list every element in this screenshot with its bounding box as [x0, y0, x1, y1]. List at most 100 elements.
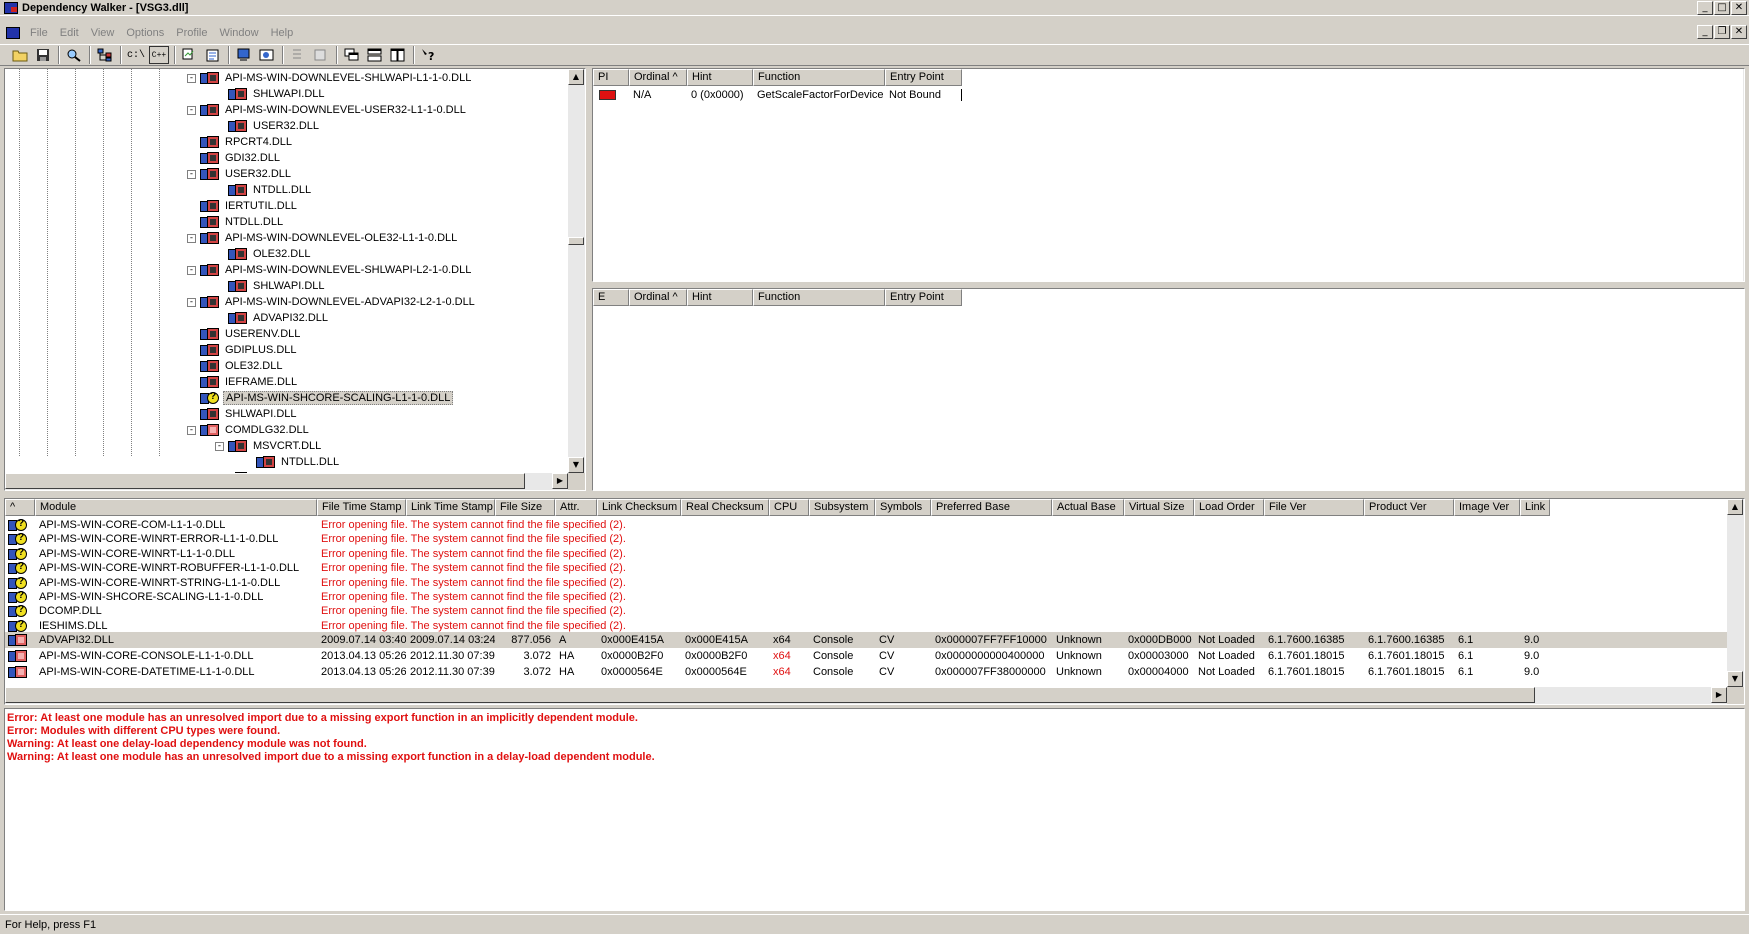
collapse-toggle-icon[interactable]: -	[215, 441, 224, 451]
copy-icon[interactable]	[180, 46, 200, 64]
tree-node[interactable]: IERTUTIL.DLL	[187, 198, 299, 214]
scroll-down-icon[interactable]: ▼	[568, 457, 584, 473]
tree-node[interactable]: - COMDLG32.DLL	[187, 422, 311, 438]
scroll-up-icon[interactable]: ▲	[1727, 499, 1743, 515]
module-row[interactable]: API-MS-WIN-CORE-DATETIME-L1-1-0.DLL 2013.…	[5, 664, 1727, 680]
tree-vertical-scrollbar[interactable]: ▲ ▼	[568, 69, 585, 473]
tree-node[interactable]: - API-MS-WIN-DOWNLEVEL-SHLWAPI-L2-1-0.DLL	[187, 262, 473, 278]
col-virtual-size[interactable]: Virtual Size	[1124, 499, 1194, 516]
help-icon[interactable]: ?	[419, 46, 439, 64]
menu-options[interactable]: Options	[120, 27, 170, 39]
tree-node[interactable]: SHLWAPI.DLL	[187, 406, 299, 422]
col-actual-base[interactable]: Actual Base	[1052, 499, 1124, 516]
col-symbols[interactable]: Symbols	[875, 499, 931, 516]
properties-icon[interactable]	[203, 46, 223, 64]
scroll-thumb[interactable]	[5, 473, 525, 489]
tree-node[interactable]: NTDLL.DLL	[215, 182, 313, 198]
col-link[interactable]: Link	[1520, 499, 1550, 516]
col-hint[interactable]: Hint	[687, 289, 753, 306]
module-row[interactable]: API-MS-WIN-CORE-CONSOLE-L1-1-0.DLL 2013.0…	[5, 648, 1727, 664]
collapse-toggle-icon[interactable]: -	[187, 169, 196, 179]
scroll-thumb[interactable]	[568, 237, 584, 245]
tree-node[interactable]: OLE32.DLL	[215, 246, 312, 262]
tree-node[interactable]: ADVAPI32.DLL	[215, 310, 330, 326]
col-function[interactable]: Function	[753, 289, 885, 306]
col-hint[interactable]: Hint	[687, 69, 753, 86]
tree-node[interactable]: - USER32.DLL	[187, 166, 293, 182]
module-row[interactable]: ADVAPI32.DLL 2009.07.14 03:40 2009.07.14 0…	[5, 632, 1727, 649]
mdi-close-button[interactable]: ✕	[1731, 25, 1747, 39]
tree-node[interactable]: SHLWAPI.DLL	[215, 86, 327, 102]
tree-node[interactable]: GDIPLUS.DLL	[187, 342, 299, 358]
tree-node[interactable]: USERENV.DLL	[187, 326, 302, 342]
exports-pane[interactable]: E Ordinal ^ Hint Function Entry Point	[592, 288, 1745, 491]
tree-node[interactable]: SHLWAPI.DLL	[215, 278, 327, 294]
tree-node[interactable]: - API-MS-WIN-DOWNLEVEL-USER32-L1-1-0.DLL	[187, 102, 468, 118]
col-cpu[interactable]: CPU	[769, 499, 809, 516]
col-entry-point[interactable]: Entry Point	[885, 289, 962, 306]
col-module[interactable]: Module	[35, 499, 317, 516]
col-load-order[interactable]: Load Order	[1194, 499, 1264, 516]
col-function[interactable]: Function	[753, 69, 885, 86]
tree-node[interactable]: USER32.DLL	[215, 118, 321, 134]
collapse-toggle-icon[interactable]: -	[187, 297, 196, 307]
col-subsystem[interactable]: Subsystem	[809, 499, 875, 516]
tree-node[interactable]: - MSVCRT.DLL	[215, 438, 323, 454]
log-pane[interactable]: Error: At least one module has an unreso…	[4, 708, 1745, 911]
tree-node[interactable]: - API-MS-WIN-DOWNLEVEL-ADVAPI32-L2-1-0.DL…	[187, 294, 477, 310]
maximize-button[interactable]: □	[1714, 0, 1730, 15]
collapse-toggle-icon[interactable]: -	[187, 233, 196, 243]
app-icon[interactable]	[4, 1, 18, 14]
imports-vertical-scrollbar[interactable]	[1727, 69, 1744, 281]
col-image-ver[interactable]: Image Ver	[1454, 499, 1520, 516]
collapse-toggle-icon[interactable]: -	[187, 425, 196, 435]
col-preferred-base[interactable]: Preferred Base	[931, 499, 1052, 516]
collapse-toggle-icon[interactable]: -	[187, 73, 196, 83]
tile-horizontal-icon[interactable]	[365, 46, 385, 64]
menu-profile[interactable]: Profile	[170, 27, 213, 39]
scroll-down-icon[interactable]: ▼	[1727, 671, 1743, 687]
collapse-toggle-icon[interactable]: -	[187, 105, 196, 115]
import-row[interactable]: N/A 0 (0x0000) GetScaleFactorForDevice N…	[593, 87, 962, 103]
cascade-icon[interactable]	[342, 46, 362, 64]
document-icon[interactable]	[6, 27, 20, 39]
tile-vertical-icon[interactable]	[388, 46, 408, 64]
highlight-icon[interactable]	[257, 46, 277, 64]
col-file-size[interactable]: File Size	[495, 499, 555, 516]
tree-node[interactable]: GDI32.DLL	[187, 150, 282, 166]
menu-file[interactable]: File	[24, 27, 54, 39]
close-button[interactable]: ✕	[1731, 0, 1747, 15]
menu-window[interactable]: Window	[213, 27, 264, 39]
minimize-button[interactable]: _	[1697, 0, 1713, 15]
cpp-icon[interactable]: C++	[149, 46, 169, 64]
col-file-ver[interactable]: File Ver	[1264, 499, 1364, 516]
collapse-toggle-icon[interactable]: -	[187, 265, 196, 275]
open-icon[interactable]	[10, 46, 30, 64]
dependency-tree-pane[interactable]: - API-MS-WIN-DOWNLEVEL-SHLWAPI-L1-1-0.DLL…	[4, 68, 586, 491]
mdi-restore-button[interactable]: ❐	[1714, 25, 1730, 39]
tree-node[interactable]: NTDLL.DLL	[187, 214, 285, 230]
match-icon[interactable]	[288, 46, 308, 64]
tree-node[interactable]: API-MS-WIN-SHCORE-SCALING-L1-1-0.DLL	[187, 390, 454, 406]
scroll-thumb[interactable]	[5, 687, 1535, 703]
module-horizontal-scrollbar[interactable]: ▶	[5, 687, 1744, 704]
col-product-ver[interactable]: Product Ver	[1364, 499, 1454, 516]
col-link-time-stamp[interactable]: Link Time Stamp	[406, 499, 495, 516]
col-attr[interactable]: Attr.	[555, 499, 597, 516]
select-all-icon[interactable]	[311, 46, 331, 64]
menu-edit[interactable]: Edit	[54, 27, 85, 39]
scroll-right-icon[interactable]: ▶	[552, 473, 568, 489]
tree-node[interactable]: RPCRT4.DLL	[187, 134, 294, 150]
col-ordinal[interactable]: Ordinal ^	[629, 69, 687, 86]
tree-horizontal-scrollbar[interactable]: ▶	[5, 473, 585, 490]
col-e[interactable]: E	[593, 289, 629, 306]
scroll-up-icon[interactable]: ▲	[568, 69, 584, 85]
c-path-icon[interactable]: c:\	[126, 46, 146, 64]
mdi-minimize-button[interactable]: _	[1697, 25, 1713, 39]
tree-node[interactable]: - API-MS-WIN-DOWNLEVEL-SHLWAPI-L1-1-0.DLL	[187, 70, 473, 86]
system-info-icon[interactable]	[234, 46, 254, 64]
col-file-time-stamp[interactable]: File Time Stamp	[317, 499, 406, 516]
scroll-right-icon[interactable]: ▶	[1711, 687, 1727, 703]
col-real-checksum[interactable]: Real Checksum	[681, 499, 769, 516]
module-vertical-scrollbar[interactable]: ▲ ▼	[1727, 499, 1744, 687]
